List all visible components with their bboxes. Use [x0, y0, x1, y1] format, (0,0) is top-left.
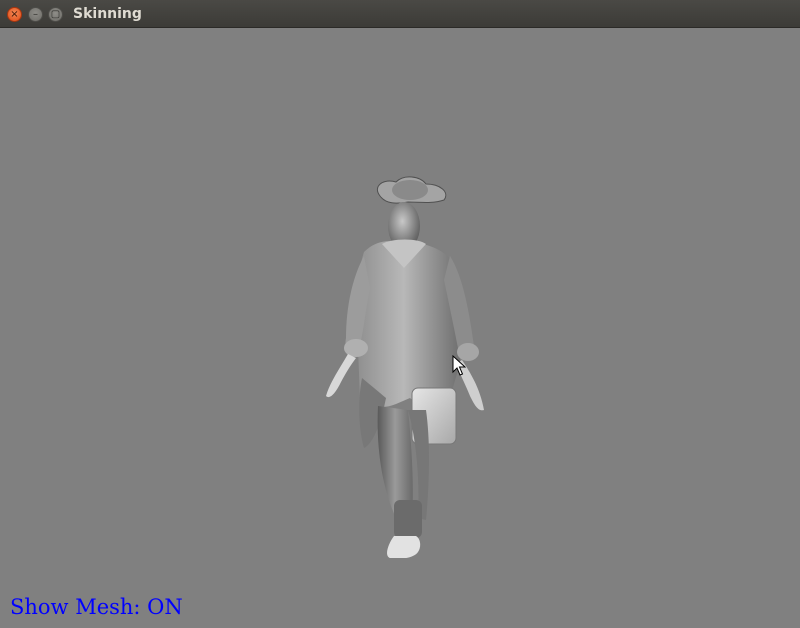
minimize-icon: – [33, 9, 38, 20]
minimize-window-button[interactable]: – [28, 7, 43, 22]
skinned-character-model [326, 176, 484, 558]
render-viewport[interactable]: Show Mesh: ON [0, 28, 800, 628]
hat-top [392, 180, 428, 200]
left-cuff [344, 339, 368, 357]
arrow-cursor-icon [452, 355, 466, 376]
close-window-button[interactable]: × [7, 7, 22, 22]
shoe [387, 536, 421, 558]
close-icon: × [10, 9, 19, 20]
maximize-icon: ▢ [50, 9, 61, 20]
app-window: × – ▢ Skinning Show Mesh: ON [0, 0, 800, 628]
maximize-window-button[interactable]: ▢ [48, 7, 63, 22]
left-hand [326, 354, 356, 398]
show-mesh-status: Show Mesh: ON [10, 595, 183, 619]
gaiter [394, 500, 422, 538]
title-bar[interactable]: × – ▢ Skinning [0, 0, 800, 28]
window-title: Skinning [73, 6, 142, 22]
coat-torso [356, 241, 461, 407]
